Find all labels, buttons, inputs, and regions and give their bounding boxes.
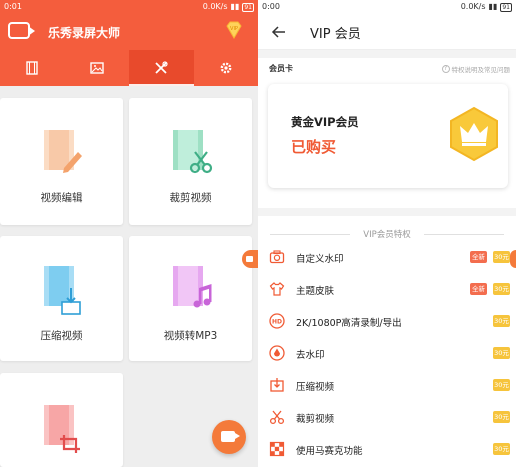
- perk-item[interactable]: 裁剪视频 30元: [258, 402, 516, 434]
- perks-title: VIP会员特权: [258, 228, 516, 240]
- floating-record-handle[interactable]: [242, 250, 258, 268]
- tool-label: 视频转MP3: [163, 330, 218, 342]
- video-to-mp3-icon: [173, 266, 212, 308]
- network-speed: 0.0K/s: [202, 2, 228, 11]
- vip-header: VIP 会员: [258, 14, 516, 50]
- perk-item[interactable]: 自定义水印 全新 30元: [258, 242, 516, 274]
- svg-text:VIP: VIP: [230, 26, 238, 32]
- perk-item[interactable]: 压缩视频 30元: [258, 370, 516, 402]
- faq-link[interactable]: ? 特权说明及常见问题: [441, 64, 511, 74]
- faq-link-text: 特权说明及常见问题: [451, 66, 511, 74]
- camera-record-icon: [221, 431, 240, 442]
- tool-label: 视频编辑: [40, 192, 83, 204]
- tool-card-video-crop[interactable]: [0, 373, 123, 467]
- floating-record-handle[interactable]: [510, 250, 516, 268]
- new-badge: 全新: [470, 251, 487, 263]
- svg-text:HD: HD: [272, 319, 282, 326]
- section-label: 会员卡: [269, 64, 293, 73]
- price-badge: 30元: [493, 379, 510, 391]
- price-badge: 30元: [493, 411, 510, 423]
- tool-card-video-cut[interactable]: 裁剪视频: [129, 98, 252, 225]
- tab-videos[interactable]: [0, 50, 65, 86]
- home-screen: 0:01 0.0K/s ▮▮ 91 乐秀录屏大师 VIP 视频编辑 裁剪视频 压…: [0, 0, 258, 467]
- card-name: 黄金VIP会员: [291, 115, 359, 129]
- member-card-section: 会员卡 ? 特权说明及常见问题 黄金VIP会员 已购买: [258, 58, 516, 208]
- tool-label: 压缩视频: [40, 330, 83, 342]
- video-edit-icon: [44, 130, 82, 173]
- perk-name: 2K/1080P高清录制/导出: [296, 318, 402, 329]
- hd-icon: HD: [269, 313, 285, 329]
- gold-vip-card[interactable]: 黄金VIP会员 已购买: [268, 84, 508, 188]
- app-title: 乐秀录屏大师: [48, 26, 121, 40]
- perk-name: 去水印: [296, 350, 325, 361]
- scissors-icon: [269, 410, 285, 425]
- gear-icon: [220, 62, 232, 74]
- tool-card-video-edit[interactable]: 视频编辑: [0, 98, 123, 225]
- tools-icon: [155, 61, 168, 74]
- perk-name: 自定义水印: [296, 254, 344, 265]
- mosaic-icon: [269, 441, 285, 457]
- status-time: 0:01: [4, 2, 22, 11]
- perk-name: 裁剪视频: [296, 414, 335, 425]
- drop-icon: [269, 345, 285, 361]
- purchase-status: 已购买: [291, 138, 337, 156]
- status-bar: 0:01 0.0K/s ▮▮ 91: [0, 0, 258, 14]
- perk-name: 压缩视频: [296, 382, 335, 393]
- app-header: 乐秀录屏大师 VIP: [0, 14, 258, 50]
- compress-icon: [270, 378, 284, 392]
- camera-icon: [269, 250, 285, 264]
- tshirt-icon: [269, 282, 285, 296]
- signal-icon: ▮▮: [230, 2, 240, 11]
- tool-label: 裁剪视频: [169, 192, 212, 204]
- signal-icon: ▮▮: [488, 2, 498, 11]
- page-title: VIP 会员: [310, 27, 361, 42]
- crown-badge-icon: [450, 106, 498, 162]
- perk-item[interactable]: HD 2K/1080P高清录制/导出 30元: [258, 306, 516, 338]
- perk-name: 使用马赛克功能: [296, 446, 363, 457]
- tool-card-video-to-mp3[interactable]: 视频转MP3: [129, 236, 252, 361]
- price-badge: 30元: [493, 251, 510, 263]
- question-icon: ?: [441, 65, 450, 73]
- tab-images[interactable]: [65, 50, 130, 86]
- network-speed: 0.0K/s: [460, 2, 486, 11]
- new-badge: 全新: [470, 283, 487, 295]
- perk-item[interactable]: 去水印 30元: [258, 338, 516, 370]
- tool-card-video-compress[interactable]: 压缩视频: [0, 236, 123, 361]
- perk-item[interactable]: 使用马赛克功能 30元: [258, 434, 516, 466]
- battery-icon: 91: [500, 2, 512, 12]
- price-badge: 30元: [493, 443, 510, 455]
- vip-screen: 0:00 0.0K/s ▮▮ 91 VIP 会员 会员卡 ? 特权说明及常见问题…: [258, 0, 516, 467]
- battery-icon: 91: [242, 2, 254, 12]
- price-badge: 30元: [493, 347, 510, 359]
- perk-name: 主题皮肤: [296, 286, 335, 297]
- app-logo-icon: [8, 22, 35, 39]
- vip-perks-section: VIP会员特权 自定义水印 全新 30元 主题皮肤 全新 30元 HD 2K/1…: [258, 216, 516, 467]
- price-badge: 30元: [493, 315, 510, 327]
- video-cut-icon: [173, 130, 213, 174]
- record-button[interactable]: [212, 420, 246, 454]
- tab-settings[interactable]: [194, 50, 259, 86]
- price-badge: 30元: [493, 283, 510, 295]
- image-icon: [90, 62, 104, 74]
- tab-bar: [0, 50, 258, 86]
- vip-diamond-icon[interactable]: VIP: [224, 20, 244, 40]
- status-time: 0:00: [262, 2, 280, 11]
- video-compress-icon: [44, 266, 81, 315]
- film-icon: [26, 61, 38, 75]
- back-arrow-icon[interactable]: [270, 23, 288, 41]
- perk-item[interactable]: 主题皮肤 全新 30元: [258, 274, 516, 306]
- status-bar: 0:00 0.0K/s ▮▮ 91: [258, 0, 516, 14]
- video-crop-icon: [44, 405, 80, 453]
- tab-tools[interactable]: [129, 50, 194, 86]
